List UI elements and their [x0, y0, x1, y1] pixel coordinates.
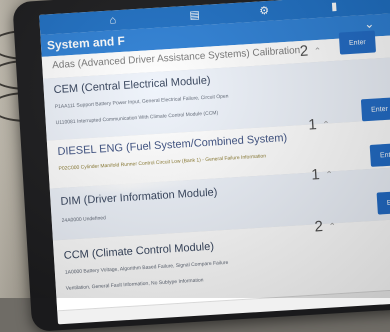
fault-detail: Ventilation, General Fault Information, … [66, 277, 204, 291]
fault-detail: 24A0000 Undefined [62, 215, 107, 224]
tablet-screen: ⌂ ▤ ⚙ ▮ System and F ⌄ Adas (Advanced Dr… [39, 0, 390, 324]
system-name: CEM (Central Electrical Module) [53, 75, 211, 97]
fault-count: 2 [299, 43, 308, 60]
chevron-up-icon[interactable]: ⌃ [325, 169, 333, 180]
chevron-up-icon[interactable]: ⌃ [328, 221, 336, 232]
page-title: System and F [47, 34, 126, 53]
fault-count: 1 [311, 166, 320, 183]
report-icon[interactable]: ▤ [189, 8, 200, 23]
fault-detail: P1AA111 Support Battery Power Input, Gen… [55, 93, 229, 110]
tablet-device: ⌂ ▤ ⚙ ▮ System and F ⌄ Adas (Advanced Dr… [12, 0, 390, 332]
chevron-up-icon[interactable]: ⌃ [314, 46, 322, 57]
enter-button[interactable]: Enter [377, 190, 390, 214]
enter-button[interactable]: Enter [361, 97, 390, 121]
home-icon[interactable]: ⌂ [109, 13, 116, 27]
fault-detail: U110081 Interrupted Communication With C… [56, 110, 219, 126]
enter-button[interactable]: Enter [339, 30, 376, 54]
fault-detail: P02C000 Cylinder Manifold Runner Control… [58, 153, 266, 172]
chevron-down-icon[interactable]: ⌄ [364, 16, 375, 31]
enter-button[interactable]: Enter [370, 143, 390, 167]
system-name: CCM (Climate Control Module) [63, 241, 214, 262]
fault-count: 1 [308, 116, 317, 133]
chevron-up-icon[interactable]: ⌃ [322, 119, 330, 130]
settings-icon[interactable]: ⚙ [259, 4, 270, 19]
fault-detail: 1A0000 Battery Voltage, Algorithm Based … [65, 260, 229, 276]
battery-icon: ▮ [331, 0, 338, 14]
fault-count: 2 [314, 218, 323, 235]
